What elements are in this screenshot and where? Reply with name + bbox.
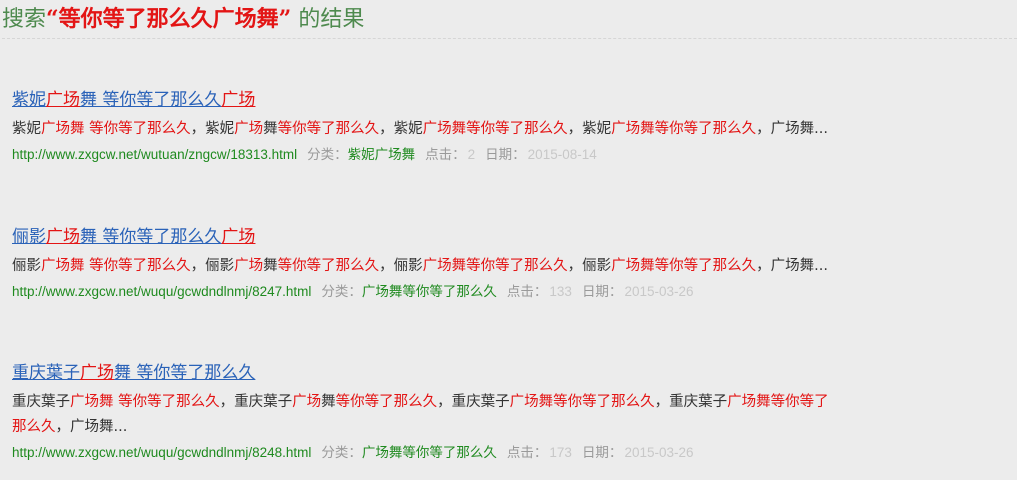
title-part: 重庆葉子	[12, 363, 80, 383]
clicks-count: 2	[467, 147, 476, 162]
title-highlight: 广场	[221, 227, 256, 247]
category-label: 分类：	[321, 284, 362, 299]
result-url[interactable]: http://www.zxgcw.net/wuqu/gcwdndlnmj/824…	[12, 445, 311, 460]
title-part: 俪影	[12, 227, 46, 247]
title-highlight: 广场	[46, 227, 80, 247]
result-description: 紫妮广场舞 等你等了那么久，紫妮广场舞等你等了那么久，紫妮广场舞等你等了那么久，…	[12, 121, 828, 137]
result-meta: http://www.zxgcw.net/wutuan/zngcw/18313.…	[12, 145, 832, 165]
result-item: 重庆葉子广场舞 等你等了那么久 重庆葉子广场舞 等你等了那么久，重庆葉子广场舞等…	[12, 361, 832, 463]
result-title-link[interactable]: 紫妮广场舞 等你等了那么久广场	[12, 88, 255, 112]
search-keyword: “等你等了那么久广场舞”	[46, 6, 292, 32]
date-value: 2015-08-14	[527, 147, 597, 162]
clicks-count: 133	[549, 284, 572, 299]
result-description: 重庆葉子广场舞 等你等了那么久，重庆葉子广场舞等你等了那么久，重庆葉子广场舞等你…	[12, 394, 829, 435]
clicks-label: 点击：	[425, 147, 466, 162]
clicks-label: 点击：	[506, 445, 548, 460]
result-item: 紫妮广场舞 等你等了那么久广场 紫妮广场舞 等你等了那么久，紫妮广场舞等你等了那…	[12, 88, 832, 165]
result-url[interactable]: http://www.zxgcw.net/wuqu/gcwdndlnmj/824…	[12, 284, 311, 299]
title-part: 舞 等你等了那么久	[114, 363, 256, 383]
result-description: 俪影广场舞 等你等了那么久，俪影广场舞等你等了那么久，俪影广场舞等你等了那么久，…	[12, 258, 828, 274]
category-link[interactable]: 广场舞等你等了那么久	[362, 284, 497, 299]
category-link[interactable]: 广场舞等你等了那么久	[362, 445, 497, 460]
title-part: 舞 等你等了那么久	[80, 227, 222, 247]
result-title-link[interactable]: 重庆葉子广场舞 等你等了那么久	[12, 361, 255, 385]
date-label: 日期：	[485, 147, 526, 162]
category-label: 分类：	[307, 147, 348, 162]
title-highlight: 广场	[46, 90, 80, 110]
result-meta: http://www.zxgcw.net/wuqu/gcwdndlnmj/824…	[12, 282, 832, 302]
search-result-heading: 搜索“等你等了那么久广场舞” 的结果	[2, 4, 1017, 39]
heading-prefix: 搜索	[2, 7, 47, 32]
result-title-link[interactable]: 俪影广场舞 等你等了那么久广场	[12, 225, 255, 249]
title-highlight: 广场	[221, 90, 256, 110]
result-url[interactable]: http://www.zxgcw.net/wutuan/zngcw/18313.…	[12, 147, 297, 162]
heading-suffix: 的结果	[291, 7, 365, 32]
date-label: 日期：	[581, 284, 623, 299]
category-label: 分类：	[321, 445, 362, 460]
title-part: 舞 等你等了那么久	[80, 90, 222, 110]
date-value: 2015-03-26	[624, 445, 694, 460]
category-link[interactable]: 紫妮广场舞	[348, 147, 416, 162]
result-item: 俪影广场舞 等你等了那么久广场 俪影广场舞 等你等了那么久，俪影广场舞等你等了那…	[12, 225, 832, 302]
title-highlight: 广场	[80, 363, 114, 383]
clicks-label: 点击：	[506, 284, 548, 299]
date-value: 2015-03-26	[624, 284, 694, 299]
result-meta: http://www.zxgcw.net/wuqu/gcwdndlnmj/824…	[12, 443, 832, 463]
date-label: 日期：	[581, 445, 623, 460]
title-part: 紫妮	[12, 90, 46, 110]
clicks-count: 173	[549, 445, 572, 460]
